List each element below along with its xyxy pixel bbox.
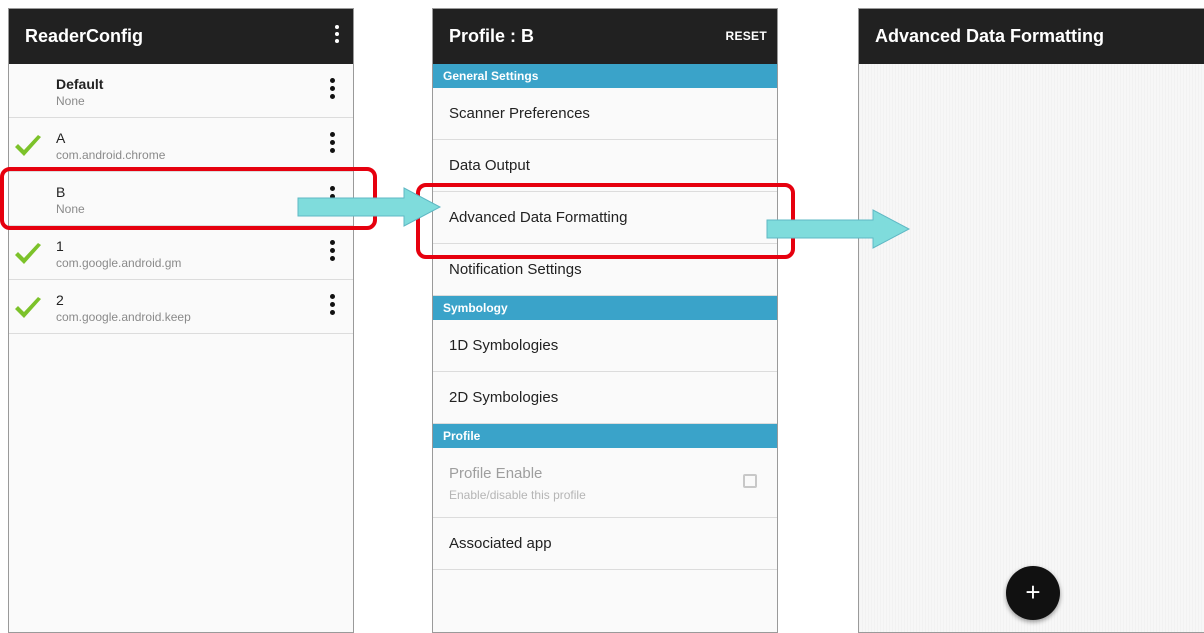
symbologies-2d-item[interactable]: 2D Symbologies (433, 372, 777, 424)
add-rule-button[interactable]: + (1006, 566, 1060, 620)
page-title: Advanced Data Formatting (875, 26, 1105, 46)
row-overflow-icon[interactable] (329, 240, 335, 264)
scanner-preferences-item[interactable]: Scanner Preferences (433, 88, 777, 140)
profile-package: com.google.android.gm (56, 256, 182, 270)
profile-row-default[interactable]: Default None (9, 64, 353, 118)
profile-name: Default (56, 76, 104, 92)
flow-arrow-icon (297, 187, 442, 227)
profile-package: com.android.chrome (56, 148, 166, 162)
advanced-data-formatting-screen: Advanced Data Formatting + (858, 8, 1204, 633)
profile-row-a[interactable]: A com.android.chrome (9, 118, 353, 172)
associated-app-item[interactable]: Associated app (433, 518, 777, 570)
highlight-advanced-data-formatting (416, 183, 795, 259)
page-title: Profile : B (449, 26, 535, 46)
profile-enable-checkbox[interactable] (743, 474, 757, 488)
app-bar: Profile : B RESET (433, 9, 777, 64)
section-header-symbology: Symbology (433, 296, 777, 320)
reset-button[interactable]: RESET (725, 29, 767, 43)
profile-package: com.google.android.keep (56, 310, 191, 324)
section-header-general: General Settings (433, 64, 777, 88)
row-overflow-icon[interactable] (329, 294, 335, 318)
symbologies-1d-item[interactable]: 1D Symbologies (433, 320, 777, 372)
app-bar: ReaderConfig (9, 9, 353, 64)
checkmark-icon (15, 243, 41, 264)
profile-enable-item[interactable]: Profile Enable Enable/disable this profi… (433, 448, 777, 518)
profile-settings-screen: Profile : B RESET General Settings Scann… (432, 8, 778, 633)
page-title: ReaderConfig (25, 26, 144, 46)
readerconfig-screen: ReaderConfig Default None A com.android.… (8, 8, 354, 633)
section-header-profile: Profile (433, 424, 777, 448)
profile-enable-summary: Enable/disable this profile (449, 488, 586, 502)
profile-package: None (56, 94, 85, 108)
app-bar: Advanced Data Formatting (859, 9, 1204, 64)
profile-name: A (56, 130, 66, 146)
row-overflow-icon[interactable] (329, 78, 335, 102)
profile-row-2[interactable]: 2 com.google.android.keep (9, 280, 353, 334)
profile-enable-label: Profile Enable (449, 465, 543, 482)
profile-name: 2 (56, 292, 64, 308)
profile-name: 1 (56, 238, 64, 254)
checkmark-icon (15, 297, 41, 318)
checkmark-icon (15, 135, 41, 156)
overflow-menu-icon[interactable] (333, 25, 341, 47)
profile-row-1[interactable]: 1 com.google.android.gm (9, 226, 353, 280)
flow-arrow-icon (766, 209, 911, 249)
row-overflow-icon[interactable] (329, 132, 335, 156)
